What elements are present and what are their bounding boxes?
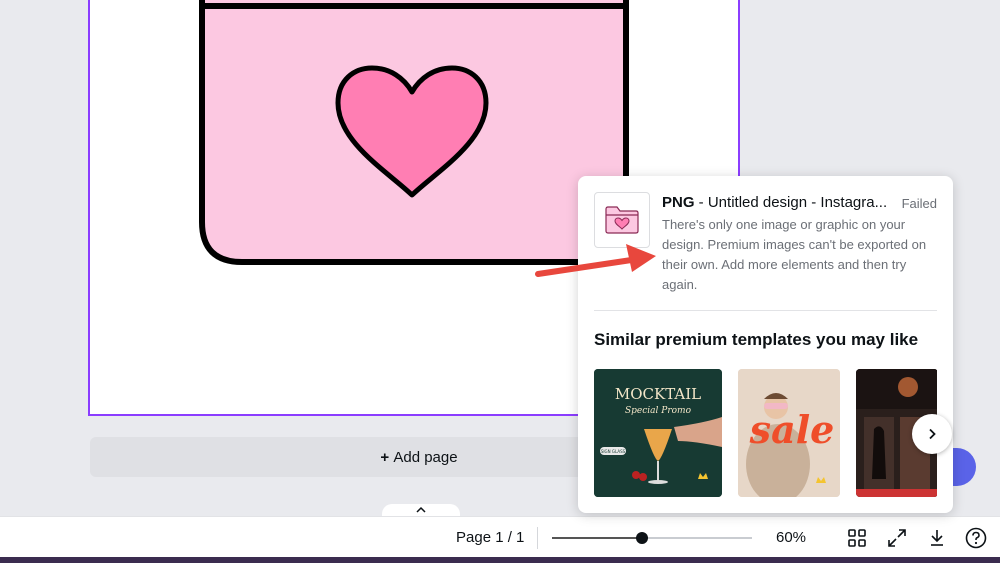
template-carousel: MOCKTAIL Special Promo SIGN GLASS sale [594,369,937,497]
folder-heart-thumbnail-icon [605,206,639,234]
grid-view-icon[interactable] [846,527,868,549]
download-icon[interactable] [926,527,948,549]
help-icon[interactable] [965,527,987,549]
page-count-button[interactable]: Page 1 / 1 [456,529,524,546]
fullscreen-icon[interactable] [886,527,908,549]
chevron-up-icon [416,506,426,513]
export-design-name: - Untitled design - Instagra... [694,194,888,211]
bottom-toolbar: Page 1 / 1 60% [0,516,1000,557]
similar-templates-heading: Similar premium templates you may like [594,330,919,349]
mocktail-template-tag: SIGN GLASS [601,449,626,454]
export-title: PNG - Untitled design - Instagra... [662,194,887,211]
zoom-slider[interactable] [552,537,752,539]
toolbar-divider [537,527,538,549]
mocktail-template-title: MOCKTAIL [615,385,701,403]
zoom-slider-fill [552,537,642,539]
sale-template-card[interactable]: sale [738,369,840,497]
sale-template-text: sale [749,407,835,452]
mocktail-template-subtitle: Special Promo [625,406,692,416]
popup-divider [594,310,937,311]
annotation-arrow [535,244,656,277]
folder-heart-graphic[interactable] [198,0,630,268]
export-error-message: There's only one image or graphic on you… [662,217,927,292]
zoom-slider-handle[interactable] [636,532,648,544]
mocktail-template-card[interactable]: MOCKTAIL Special Promo SIGN GLASS [594,369,722,497]
add-page-label: Add page [393,448,458,466]
chevron-right-icon [929,428,936,440]
export-status: Failed [901,196,937,211]
plus-icon: + [380,448,394,466]
export-failed-popup: PNG - Untitled design - Instagra... Fail… [578,176,953,513]
window-bottom-edge [0,557,1000,563]
export-format: PNG [662,194,695,211]
zoom-level[interactable]: 60% [776,529,806,546]
carousel-next-button[interactable] [912,414,952,454]
